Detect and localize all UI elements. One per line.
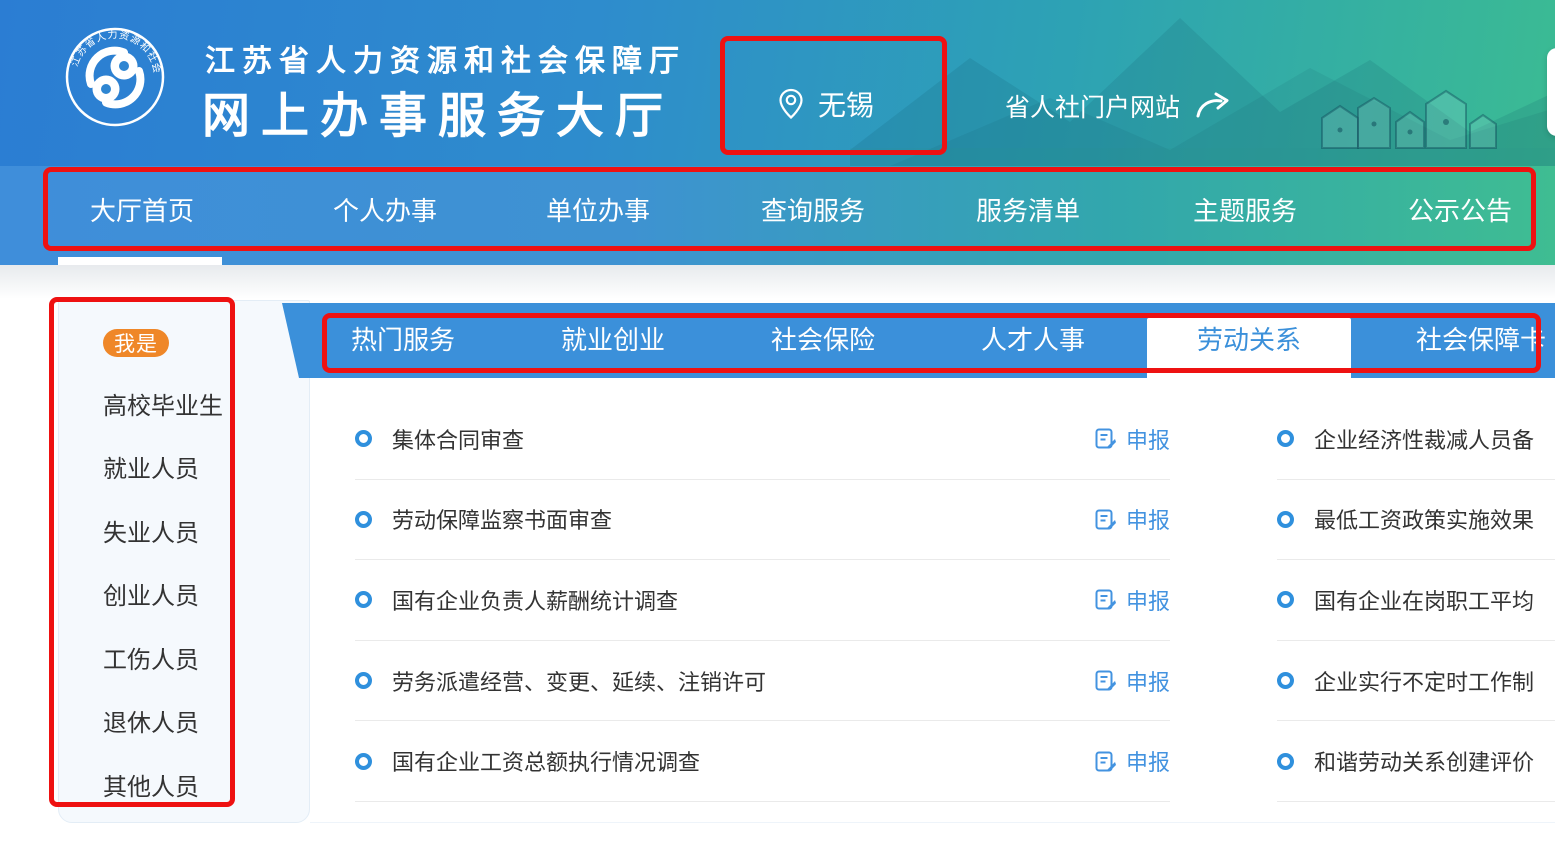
service-link[interactable]: 和谐劳动关系创建评价 [1314,745,1534,777]
page: 江苏省人力资源和社会保障厅 江苏省人力资源和社会保障厅 网上办事服务大厅 无锡 … [0,0,1555,855]
service-link[interactable]: 国有企业负责人薪酬统计调查 [392,584,678,616]
tab-hot-services[interactable]: 热门服务 [351,303,455,378]
bullet-icon [1277,753,1294,770]
landscape-illustration [850,0,1555,166]
bullet-icon [1277,430,1294,447]
nav-item-theme[interactable]: 主题服务 [1193,166,1297,257]
service-row: 劳务派遣经营、变更、延续、注销许可 申报 [355,641,1170,722]
location-pin-icon [778,88,804,120]
service-list-right: 企业经济性裁减人员备 最低工资政策实施效果 国有企业在岗职工平均 企业实行不定时… [1277,399,1555,802]
apply-label: 申报 [1126,745,1170,777]
content-bottom-divider [310,822,1555,823]
nav-shadow [0,265,1555,299]
header: 江苏省人力资源和社会保障厅 江苏省人力资源和社会保障厅 网上办事服务大厅 无锡 … [0,0,1555,166]
category-tabbar [282,303,1555,378]
sidebar-item-unemployed[interactable]: 失业人员 [103,514,199,554]
service-row: 国有企业工资总额执行情况调查 申报 [355,721,1170,802]
apply-button[interactable]: 申报 [1094,423,1170,455]
form-apply-icon [1094,750,1117,773]
service-row: 企业实行不定时工作制 [1277,641,1555,722]
bullet-icon [355,591,372,608]
bullet-icon [1277,672,1294,689]
sidebar-item-work-injury[interactable]: 工伤人员 [103,641,199,681]
apply-button[interactable]: 申报 [1094,745,1170,777]
apply-label: 申报 [1126,665,1170,697]
bullet-icon [355,672,372,689]
nav-item-service-list[interactable]: 服务清单 [976,166,1080,257]
service-link[interactable]: 劳务派遣经营、变更、延续、注销许可 [392,665,766,697]
tab-talent-hr[interactable]: 人才人事 [981,303,1085,378]
apply-label: 申报 [1126,503,1170,535]
bullet-icon [355,430,372,447]
bullet-icon [1277,591,1294,608]
portal-link[interactable]: 省人社门户网站 [1005,88,1234,124]
main-nav: 大厅首页 个人办事 单位办事 查询服务 服务清单 主题服务 公示公告 [0,166,1555,265]
org-title: 江苏省人力资源和社会保障厅 [205,36,686,80]
bullet-icon [355,511,372,528]
service-link[interactable]: 集体合同审查 [392,423,524,455]
village-houses-icon [1322,91,1496,148]
form-apply-icon [1094,588,1117,611]
service-link[interactable]: 国有企业工资总额执行情况调查 [392,745,700,777]
floating-widget[interactable] [1547,48,1555,136]
apply-label: 申报 [1126,423,1170,455]
role-badge: 我是 [103,329,169,357]
location-selector[interactable]: 无锡 [778,82,874,126]
form-apply-icon [1094,508,1117,531]
service-row: 集体合同审查 申报 [355,399,1170,480]
active-nav-indicator [58,257,222,265]
service-link[interactable]: 企业经济性裁减人员备 [1314,423,1534,455]
apply-button[interactable]: 申报 [1094,665,1170,697]
apply-button[interactable]: 申报 [1094,584,1170,616]
service-link[interactable]: 最低工资政策实施效果 [1314,503,1534,535]
service-row: 企业经济性裁减人员备 [1277,399,1555,480]
sidebar-item-retired[interactable]: 退休人员 [103,704,199,744]
apply-label: 申报 [1126,584,1170,616]
nav-item-home[interactable]: 大厅首页 [90,166,194,257]
service-row: 国有企业负责人薪酬统计调查 申报 [355,560,1170,641]
bullet-icon [355,753,372,770]
service-row: 最低工资政策实施效果 [1277,480,1555,561]
bullet-icon [1277,511,1294,528]
sidebar-item-employed[interactable]: 就业人员 [103,450,199,490]
tab-employment[interactable]: 就业创业 [561,303,665,378]
service-row: 国有企业在岗职工平均 [1277,560,1555,641]
tab-social-security-card[interactable]: 社会保障卡 [1416,303,1546,378]
form-apply-icon [1094,669,1117,692]
external-link-icon [1194,92,1234,120]
service-link[interactable]: 企业实行不定时工作制 [1314,665,1534,697]
service-link[interactable]: 国有企业在岗职工平均 [1314,584,1534,616]
tab-labor-relations[interactable]: 劳动关系 [1197,303,1301,378]
service-list-left: 集体合同审查 申报 劳动保障监察书面审查 申报 国有企业负责人薪酬统计调查 申报 [355,399,1170,802]
portal-link-label: 省人社门户网站 [1005,88,1180,124]
service-row: 劳动保障监察书面审查 申报 [355,480,1170,561]
sidebar-item-college-graduates[interactable]: 高校毕业生 [103,387,223,427]
form-apply-icon [1094,427,1117,450]
page-title: 网上办事服务大厅 [202,76,674,146]
role-sidebar [58,300,310,823]
location-label: 无锡 [818,84,874,124]
tab-social-insurance[interactable]: 社会保险 [771,303,875,378]
service-link[interactable]: 劳动保障监察书面审查 [392,503,612,535]
nav-item-organization[interactable]: 单位办事 [546,166,650,257]
nav-item-personal[interactable]: 个人办事 [333,166,437,257]
nav-item-announcements[interactable]: 公示公告 [1408,166,1512,257]
sidebar-item-entrepreneurs[interactable]: 创业人员 [103,577,199,617]
nav-item-query[interactable]: 查询服务 [761,166,865,257]
service-row: 和谐劳动关系创建评价 [1277,721,1555,802]
sidebar-item-others[interactable]: 其他人员 [103,768,199,808]
site-logo-icon: 江苏省人力资源和社会保障厅 [64,26,166,128]
apply-button[interactable]: 申报 [1094,503,1170,535]
